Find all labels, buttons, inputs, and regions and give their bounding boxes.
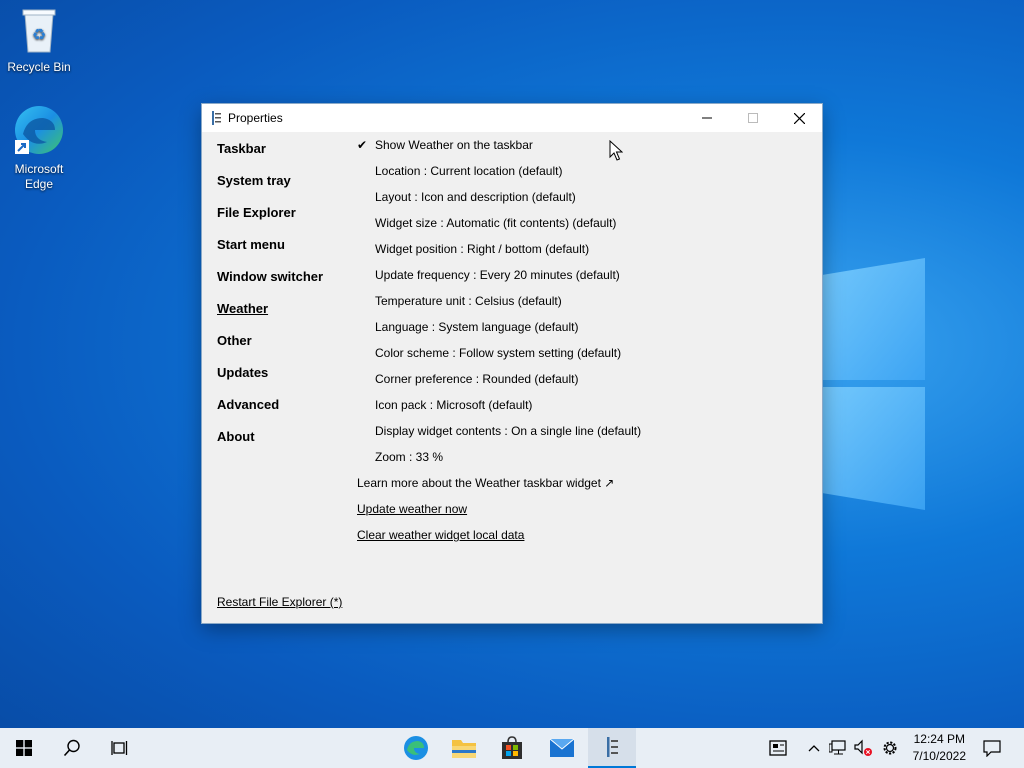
option-show-weather[interactable]: ✔ Show Weather on the taskbar — [357, 137, 797, 163]
task-view-button[interactable] — [96, 728, 144, 768]
checkmark-icon: ✔ — [357, 138, 368, 152]
option-update-frequency[interactable]: Update frequency : Every 20 minutes (def… — [357, 267, 797, 293]
desktop-icon-edge[interactable]: Microsoft Edge — [1, 104, 77, 192]
option-label: Show Weather on the taskbar — [375, 138, 533, 152]
minimize-button[interactable] — [684, 104, 730, 132]
nav-item-other[interactable]: Other — [217, 332, 347, 364]
option-label: Layout : Icon and description (default) — [375, 190, 576, 204]
volume-button[interactable] — [851, 728, 875, 768]
option-label: Language : System language (default) — [375, 320, 579, 334]
taskbar-edge[interactable] — [392, 728, 440, 768]
option-corner-preference[interactable]: Corner preference : Rounded (default) — [357, 371, 797, 397]
update-weather-now-link[interactable]: Update weather now — [357, 501, 797, 527]
close-button[interactable] — [776, 104, 822, 132]
title-bar[interactable]: Properties — [202, 104, 822, 132]
maximize-button[interactable] — [730, 104, 776, 132]
desktop-icon-label-line1: Microsoft — [14, 162, 64, 176]
gear-icon — [883, 741, 897, 755]
taskbar-clock[interactable]: 12:24 PM 7/10/2022 — [913, 731, 966, 765]
nav-item-weather[interactable]: Weather — [217, 300, 347, 332]
nav-item-file-explorer[interactable]: File Explorer — [217, 204, 347, 236]
close-icon — [793, 112, 805, 124]
nav-item-taskbar[interactable]: Taskbar — [217, 140, 347, 172]
network-button[interactable] — [826, 728, 850, 768]
option-location[interactable]: Location : Current location (default) — [357, 163, 797, 189]
edge-icon — [15, 106, 63, 154]
clear-weather-data-link[interactable]: Clear weather widget local data — [357, 527, 797, 553]
network-icon — [829, 740, 846, 755]
option-widget-position[interactable]: Widget position : Right / bottom (defaul… — [357, 241, 797, 267]
option-label: Zoom : 33 % — [375, 450, 444, 464]
show-hidden-icons-button[interactable] — [804, 728, 824, 768]
minimize-icon — [702, 117, 712, 119]
desktop-icon-label-line2: Edge — [24, 177, 54, 191]
desktop-icon-recycle-bin[interactable]: ♻ Recycle Bin — [1, 6, 77, 75]
option-display-widget-contents[interactable]: Display widget contents : On a single li… — [357, 423, 797, 449]
store-icon — [502, 736, 522, 759]
taskbar: 12:24 PM 7/10/2022 — [0, 728, 1024, 768]
weather-options: ✔ Show Weather on the taskbar Location :… — [357, 137, 797, 553]
news-icon — [769, 740, 787, 756]
action-center-button[interactable] — [976, 728, 1008, 768]
option-temperature-unit[interactable]: Temperature unit : Celsius (default) — [357, 293, 797, 319]
option-label: Icon pack : Microsoft (default) — [375, 398, 533, 412]
clock-date: 7/10/2022 — [912, 749, 966, 763]
option-label: Corner preference : Rounded (default) — [375, 372, 579, 386]
start-button[interactable] — [0, 728, 48, 768]
option-label: Widget size : Automatic (fit contents) (… — [375, 216, 617, 230]
option-label: Temperature unit : Celsius (default) — [375, 294, 562, 308]
properties-app-icon — [212, 111, 221, 125]
maximize-icon — [748, 113, 758, 123]
nav-item-system-tray[interactable]: System tray — [217, 172, 347, 204]
task-view-icon — [111, 741, 128, 755]
taskbar-mail[interactable] — [536, 728, 588, 768]
search-button[interactable] — [48, 728, 96, 768]
windows-start-icon — [16, 740, 32, 756]
file-explorer-icon — [452, 740, 476, 758]
properties-window: Properties Taskbar System tray File Expl… — [202, 104, 822, 623]
clock-time: 12:24 PM — [913, 732, 965, 746]
option-zoom[interactable]: Zoom : 33 % — [357, 449, 797, 475]
taskbar-properties-app[interactable] — [588, 728, 636, 768]
edge-icon — [404, 736, 428, 760]
desktop-icon-label: Recycle Bin — [7, 60, 71, 74]
taskbar-file-explorer[interactable] — [440, 728, 488, 768]
news-widget-button[interactable] — [764, 728, 792, 768]
mouse-cursor-icon — [609, 140, 623, 161]
window-title: Properties — [228, 111, 283, 125]
settings-button[interactable] — [878, 728, 902, 768]
sidebar-nav: Taskbar System tray File Explorer Start … — [217, 140, 347, 460]
learn-more-link[interactable]: Learn more about the Weather taskbar wid… — [357, 475, 797, 501]
volume-muted-icon — [854, 739, 872, 756]
option-label: Location : Current location (default) — [375, 164, 563, 178]
nav-item-updates[interactable]: Updates — [217, 364, 347, 396]
nav-item-advanced[interactable]: Advanced — [217, 396, 347, 428]
mail-icon — [549, 738, 575, 757]
option-icon-pack[interactable]: Icon pack : Microsoft (default) — [357, 397, 797, 423]
recycle-bin-icon: ♻ — [22, 9, 56, 53]
nav-item-window-switcher[interactable]: Window switcher — [217, 268, 347, 300]
option-label: Widget position : Right / bottom (defaul… — [375, 242, 590, 256]
option-label: Color scheme : Follow system setting (de… — [375, 346, 622, 360]
option-label: Update frequency : Every 20 minutes (def… — [375, 268, 620, 282]
nav-item-start-menu[interactable]: Start menu — [217, 236, 347, 268]
option-widget-size[interactable]: Widget size : Automatic (fit contents) (… — [357, 215, 797, 241]
option-color-scheme[interactable]: Color scheme : Follow system setting (de… — [357, 345, 797, 371]
search-icon — [63, 739, 80, 757]
option-language[interactable]: Language : System language (default) — [357, 319, 797, 345]
nav-item-about[interactable]: About — [217, 428, 347, 460]
properties-app-icon — [607, 737, 618, 757]
chevron-up-icon — [808, 745, 820, 752]
windows-wallpaper-logo — [822, 258, 925, 510]
svg-text:♻: ♻ — [32, 25, 46, 44]
option-label: Display widget contents : On a single li… — [375, 424, 642, 438]
restart-file-explorer-link[interactable]: Restart File Explorer (*) — [217, 595, 342, 609]
option-layout[interactable]: Layout : Icon and description (default) — [357, 189, 797, 215]
taskbar-store[interactable] — [488, 728, 536, 768]
notification-icon — [983, 739, 1001, 757]
